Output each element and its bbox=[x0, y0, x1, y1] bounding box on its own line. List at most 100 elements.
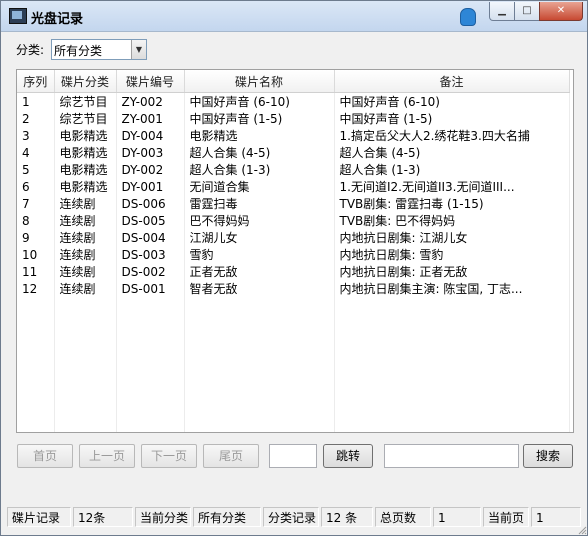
goto-button[interactable]: 跳转 bbox=[323, 444, 373, 468]
status-current-page-value: 1 bbox=[531, 507, 581, 527]
help-icon[interactable] bbox=[460, 8, 476, 26]
table-cell: 无间道合集 bbox=[184, 178, 335, 195]
table-cell: 连续剧 bbox=[54, 212, 117, 229]
first-page-button[interactable]: 首页 bbox=[17, 444, 73, 468]
table-cell: 4 bbox=[17, 144, 55, 161]
table-cell: 电影精选 bbox=[54, 178, 117, 195]
table-empty-cell bbox=[184, 297, 335, 432]
table-cell: 正者无敌 bbox=[184, 263, 335, 280]
status-category-records-label: 分类记录 bbox=[263, 507, 319, 527]
table-cell: DY-003 bbox=[116, 144, 185, 161]
status-category-value: 所有分类 bbox=[193, 507, 261, 527]
status-disc-value: 12条 bbox=[73, 507, 133, 527]
table-cell: 连续剧 bbox=[54, 263, 117, 280]
table-row[interactable]: 3 电影精选 DY-004 电影精选 1.搞定岳父大人2.绣花鞋3.四大名捕 bbox=[17, 127, 570, 144]
table-cell: ZY-002 bbox=[116, 92, 185, 110]
table-row[interactable]: 6 电影精选 DY-001 无间道合集 1.无间道I2.无间道II3.无间道III... bbox=[17, 178, 570, 195]
prev-page-button[interactable]: 上一页 bbox=[79, 444, 135, 468]
resize-grip-icon[interactable] bbox=[577, 525, 587, 535]
table-cell: 9 bbox=[17, 229, 55, 246]
table-row[interactable]: 5 电影精选 DY-002 超人合集 (1-3) 超人合集 (1-3) bbox=[17, 161, 570, 178]
table-cell: DY-001 bbox=[116, 178, 185, 195]
status-pages-label: 总页数 bbox=[375, 507, 431, 527]
table-cell: DY-002 bbox=[116, 161, 185, 178]
category-select-value: 所有分类 bbox=[54, 44, 103, 58]
table-cell: 连续剧 bbox=[54, 195, 117, 212]
table-cell: 内地抗日剧集主演: 陈宝国, 丁志... bbox=[334, 280, 570, 297]
table-cell: DS-004 bbox=[116, 229, 185, 246]
column-header[interactable]: 碟片名称 bbox=[184, 70, 335, 93]
search-input[interactable] bbox=[384, 444, 519, 468]
table-cell: 1 bbox=[17, 92, 55, 110]
table-cell: 智者无敌 bbox=[184, 280, 335, 297]
page-number-input[interactable] bbox=[269, 444, 317, 468]
table-cell: TVB剧集: 巴不得妈妈 bbox=[334, 212, 570, 229]
table-cell: 3 bbox=[17, 127, 55, 144]
table-row[interactable]: 7 连续剧 DS-006 雷霆扫毒 TVB剧集: 雷霆扫毒 (1-15) bbox=[17, 195, 570, 212]
search-button[interactable]: 搜索 bbox=[523, 444, 573, 468]
table-cell: DS-003 bbox=[116, 246, 185, 263]
table-empty-area bbox=[17, 297, 570, 432]
table-cell: 巴不得妈妈 bbox=[184, 212, 335, 229]
next-page-button[interactable]: 下一页 bbox=[141, 444, 197, 468]
table-cell: 5 bbox=[17, 161, 55, 178]
close-button[interactable]: ✕ bbox=[539, 2, 583, 21]
table-cell: DS-002 bbox=[116, 263, 185, 280]
status-category-label: 当前分类 bbox=[135, 507, 191, 527]
table-empty-cell bbox=[54, 297, 117, 432]
table-cell: 电影精选 bbox=[54, 144, 117, 161]
table-row[interactable]: 1 综艺节目 ZY-002 中国好声音 (6-10) 中国好声音 (6-10) bbox=[17, 92, 570, 110]
status-pages-value: 1 bbox=[433, 507, 481, 527]
table-empty-cell bbox=[334, 297, 570, 432]
table-row[interactable]: 11 连续剧 DS-002 正者无敌 内地抗日剧集: 正者无敌 bbox=[17, 263, 570, 280]
table-row[interactable]: 8 连续剧 DS-005 巴不得妈妈 TVB剧集: 巴不得妈妈 bbox=[17, 212, 570, 229]
column-header[interactable]: 碟片编号 bbox=[116, 70, 185, 93]
table-cell: 雷霆扫毒 bbox=[184, 195, 335, 212]
table-cell: 电影精选 bbox=[54, 161, 117, 178]
table-cell: DS-005 bbox=[116, 212, 185, 229]
table-cell: 1.无间道I2.无间道II3.无间道III... bbox=[334, 178, 570, 195]
minimize-button[interactable]: ▁ bbox=[489, 2, 515, 21]
disc-table[interactable]: 序列 碟片分类 碟片编号 碟片名称 备注 1 综艺节目 ZY-002 中国好声音 (6… bbox=[16, 69, 574, 433]
table-row[interactable]: 10 连续剧 DS-003 雪豹 内地抗日剧集: 雪豹 bbox=[17, 246, 570, 263]
app-icon bbox=[9, 8, 27, 24]
table-cell: DS-001 bbox=[116, 280, 185, 297]
status-category-records-value: 12 条 bbox=[321, 507, 373, 527]
table-cell: 超人合集 (4-5) bbox=[184, 144, 335, 161]
table-cell: 电影精选 bbox=[54, 127, 117, 144]
table-cell: 8 bbox=[17, 212, 55, 229]
table-header-row: 序列 碟片分类 碟片编号 碟片名称 备注 bbox=[17, 70, 570, 93]
chevron-down-icon[interactable]: ▼ bbox=[131, 40, 146, 59]
table-cell: 2 bbox=[17, 110, 55, 127]
title-bar: 光盘记录 ▁ □ ✕ bbox=[1, 1, 587, 32]
table-row[interactable]: 2 综艺节目 ZY-001 中国好声音 (1-5) 中国好声音 (1-5) bbox=[17, 110, 570, 127]
table-cell: 7 bbox=[17, 195, 55, 212]
app-window: 光盘记录 ▁ □ ✕ 分类: 所有分类 ▼ 序列 碟片分类 碟片编号 碟片名称 … bbox=[0, 0, 588, 536]
table-cell: TVB剧集: 雷霆扫毒 (1-15) bbox=[334, 195, 570, 212]
table-cell: 超人合集 (1-3) bbox=[184, 161, 335, 178]
table-row[interactable]: 12 连续剧 DS-001 智者无敌 内地抗日剧集主演: 陈宝国, 丁志... bbox=[17, 280, 570, 297]
table-cell: 综艺节目 bbox=[54, 92, 117, 110]
table-cell: 超人合集 (1-3) bbox=[334, 161, 570, 178]
table-row[interactable]: 4 电影精选 DY-003 超人合集 (4-5) 超人合集 (4-5) bbox=[17, 144, 570, 161]
last-page-button[interactable]: 尾页 bbox=[203, 444, 259, 468]
table-cell: 中国好声音 (6-10) bbox=[334, 92, 570, 110]
maximize-button[interactable]: □ bbox=[514, 2, 540, 21]
status-current-page-label: 当前页 bbox=[483, 507, 529, 527]
table-cell: 连续剧 bbox=[54, 280, 117, 297]
column-header[interactable]: 碟片分类 bbox=[54, 70, 117, 93]
table-cell: 中国好声音 (1-5) bbox=[184, 110, 335, 127]
table-row[interactable]: 9 连续剧 DS-004 江湖儿女 内地抗日剧集: 江湖儿女 bbox=[17, 229, 570, 246]
table-cell: 连续剧 bbox=[54, 229, 117, 246]
table-cell: DS-006 bbox=[116, 195, 185, 212]
column-header[interactable]: 序列 bbox=[17, 70, 55, 93]
category-label: 分类: bbox=[16, 43, 45, 57]
table-cell: 中国好声音 (1-5) bbox=[334, 110, 570, 127]
table-cell: 雪豹 bbox=[184, 246, 335, 263]
table-cell: ZY-001 bbox=[116, 110, 185, 127]
table-cell: DY-004 bbox=[116, 127, 185, 144]
table-cell: 内地抗日剧集: 正者无敌 bbox=[334, 263, 570, 280]
category-select[interactable]: 所有分类 ▼ bbox=[51, 39, 147, 60]
column-header[interactable]: 备注 bbox=[334, 70, 570, 93]
table-cell: 内地抗日剧集: 雪豹 bbox=[334, 246, 570, 263]
